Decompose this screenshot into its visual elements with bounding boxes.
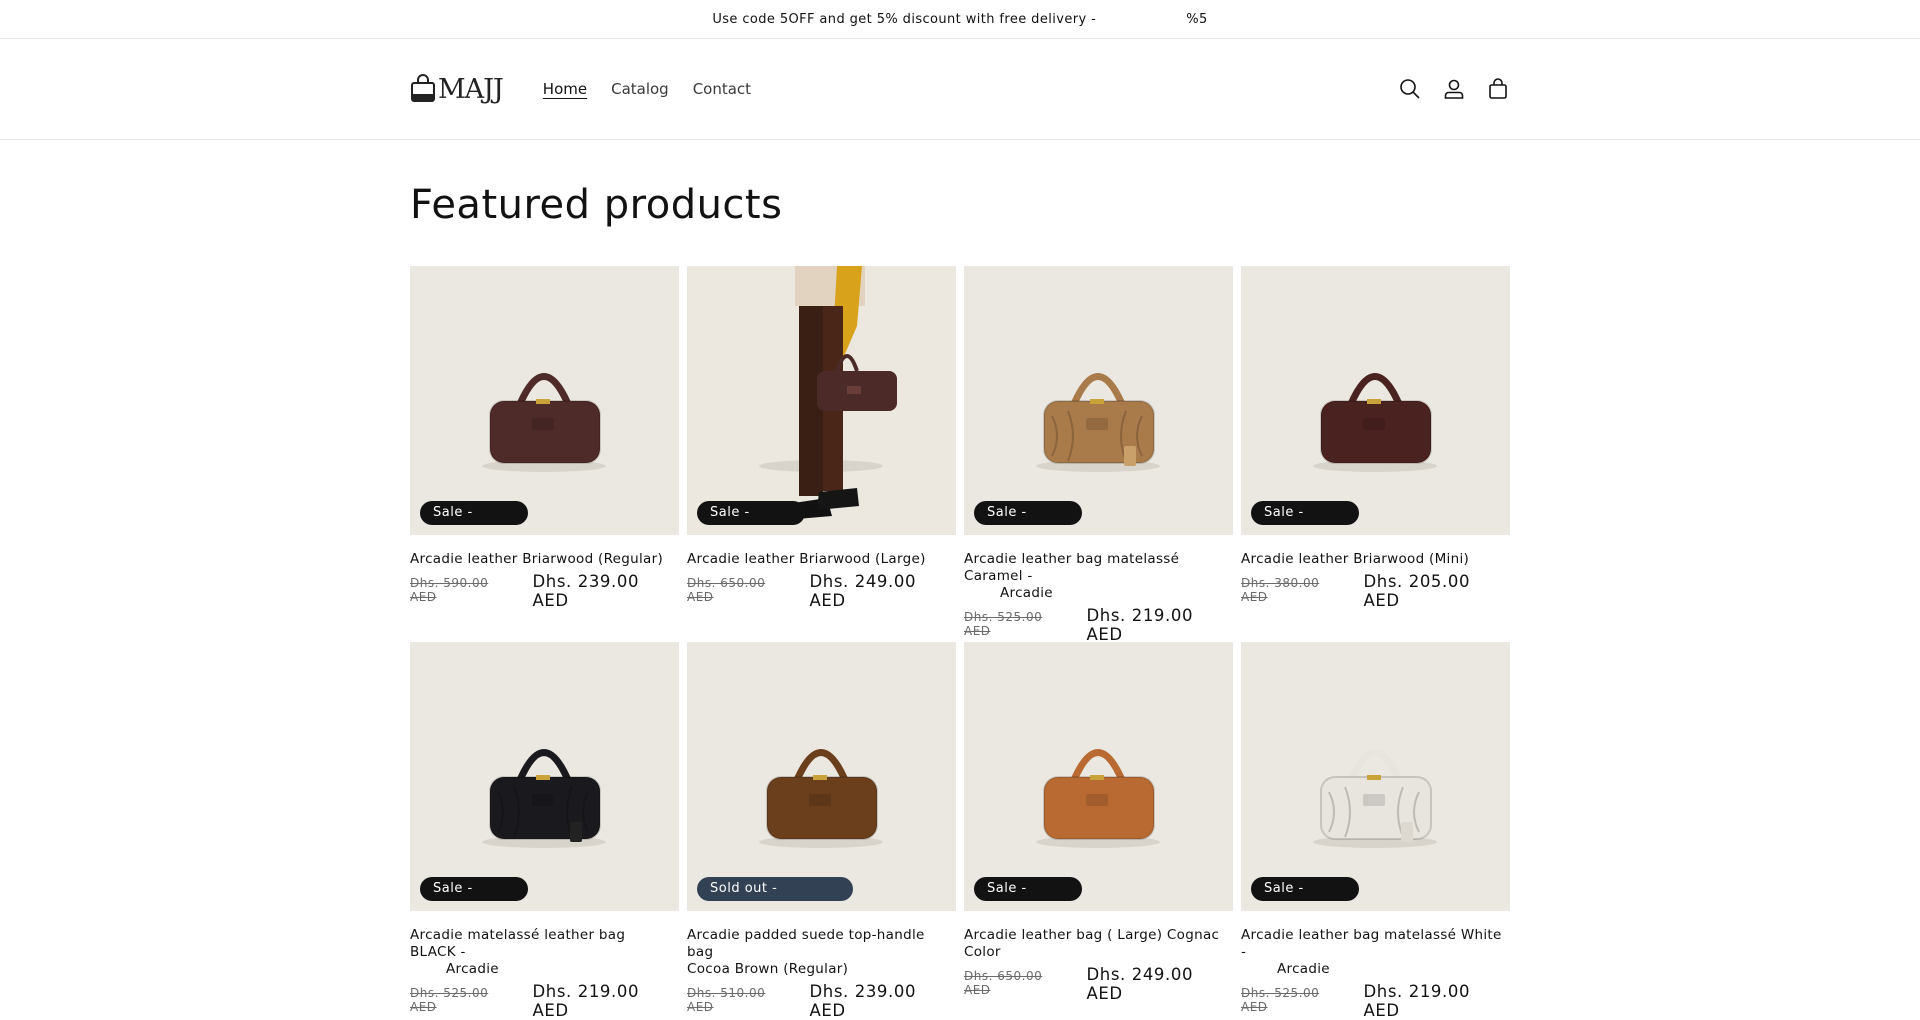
sale-price: Dhs. 219.00 AED xyxy=(1086,606,1194,644)
product-card[interactable]: Sale - Arcadie leather bag ( Large) Cogna… xyxy=(964,642,1233,1018)
handbag-image xyxy=(687,642,956,911)
regular-price: Dhs. 510.00 AED xyxy=(687,986,766,1014)
product-title-line1: Arcadie matelassé leather bag BLACK - xyxy=(410,927,626,960)
main-nav: Home Catalog Contact xyxy=(543,80,751,98)
product-image[interactable]: Sale - xyxy=(410,266,679,535)
product-price: Dhs. 380.00 AED Dhs. 205.00 AED xyxy=(1241,572,1510,610)
sale-badge: Sale - xyxy=(420,877,528,901)
nav-contact[interactable]: Contact xyxy=(693,80,751,98)
header-actions xyxy=(1398,77,1510,101)
product-title[interactable]: Arcadie padded suede top-handle bag Cocoa… xyxy=(687,927,956,978)
sale-price: Dhs. 239.00 AED xyxy=(532,572,640,610)
product-price: Dhs. 525.00 AED Dhs. 219.00 AED xyxy=(964,606,1233,644)
product-title-line1: Arcadie leather Briarwood (Regular) xyxy=(410,551,664,567)
product-image[interactable]: Sale - xyxy=(964,642,1233,911)
product-price: Dhs. 525.00 AED Dhs. 219.00 AED xyxy=(410,982,679,1020)
product-price: Dhs. 650.00 AED Dhs. 249.00 AED xyxy=(964,965,1233,1003)
handbag-image xyxy=(964,266,1233,535)
product-card[interactable]: Sale - Arcadie matelassé leather bag BLAC… xyxy=(410,642,679,1020)
product-title[interactable]: Arcadie matelassé leather bag BLACK - Arc… xyxy=(410,927,679,978)
announcement-bar: Use code 5OFF and get 5% discount with f… xyxy=(0,0,1920,39)
logo-text: MAJJ xyxy=(438,73,504,105)
sale-badge: Sale - xyxy=(974,501,1082,525)
product-title[interactable]: Arcadie leather bag ( Large) Cognac Colo… xyxy=(964,927,1233,961)
product-image[interactable]: Sale - xyxy=(1241,266,1510,535)
product-title-line1: Arcadie leather bag matelassé Caramel - xyxy=(964,551,1180,584)
handbag-image xyxy=(687,266,956,535)
product-grid: Sale - Arcadie leather Briarwood (Regular… xyxy=(410,266,1511,1020)
regular-price: Dhs. 380.00 AED xyxy=(1241,576,1320,604)
sale-badge: Sale - xyxy=(1251,877,1359,901)
sale-price: Dhs. 205.00 AED xyxy=(1363,572,1471,610)
site-header: MAJJ Home Catalog Contact xyxy=(0,39,1920,140)
sale-badge: Sale - xyxy=(420,501,528,525)
product-image[interactable]: Sale - xyxy=(1241,642,1510,911)
product-title-line1: Arcadie leather bag ( Large) Cognac Colo… xyxy=(964,927,1220,960)
nav-catalog[interactable]: Catalog xyxy=(611,80,669,98)
product-title[interactable]: Arcadie leather Briarwood (Large) xyxy=(687,551,956,568)
handbag-image xyxy=(964,642,1233,911)
product-title[interactable]: Arcadie leather bag matelassé White - Arc… xyxy=(1241,927,1510,978)
account-icon[interactable] xyxy=(1442,77,1466,101)
product-image[interactable]: Sold out - xyxy=(687,642,956,911)
product-price: Dhs. 510.00 AED Dhs. 239.00 AED xyxy=(687,982,956,1020)
product-title-line1: Arcadie leather Briarwood (Mini) xyxy=(1241,551,1470,567)
sale-price: Dhs. 249.00 AED xyxy=(1086,965,1194,1003)
product-title-line2: Cocoa Brown (Regular) xyxy=(687,961,849,977)
product-title[interactable]: Arcadie leather bag matelassé Caramel -A… xyxy=(964,551,1233,602)
product-price: Dhs. 525.00 AED Dhs. 219.00 AED xyxy=(1241,982,1510,1020)
regular-price: Dhs. 525.00 AED xyxy=(1241,986,1320,1014)
product-card[interactable]: Sold out - Arcadie padded suede top-handl… xyxy=(687,642,956,1020)
sale-badge: Sale - xyxy=(1251,501,1359,525)
nav-home[interactable]: Home xyxy=(543,80,587,98)
product-card[interactable]: Sale - Arcadie leather bag matelassé Cara… xyxy=(964,266,1233,644)
sale-badge: Sale - xyxy=(974,877,1082,901)
product-image[interactable]: Sale - xyxy=(964,266,1233,535)
regular-price: Dhs. 525.00 AED xyxy=(410,986,489,1014)
sale-price: Dhs. 249.00 AED xyxy=(809,572,917,610)
product-title-line2: Arcadie xyxy=(1277,961,1330,977)
product-card[interactable]: Sale - Arcadie leather Briarwood (Regular… xyxy=(410,266,679,642)
product-card[interactable]: Sale - Arcadie leather bag matelassé Whit… xyxy=(1241,642,1510,1020)
product-title-line2: Arcadie xyxy=(1000,585,1053,601)
sale-price: Dhs. 239.00 AED xyxy=(809,982,917,1020)
product-image[interactable]: Sale - xyxy=(410,642,679,911)
regular-price: Dhs. 525.00 AED xyxy=(964,610,1043,638)
announcement-text: Use code 5OFF and get 5% discount with f… xyxy=(712,11,1097,27)
sold-out-badge: Sold out - xyxy=(697,877,853,901)
product-title-line1: Arcadie leather Briarwood (Large) xyxy=(687,551,926,567)
handbag-image xyxy=(410,266,679,535)
product-title-line2: Arcadie xyxy=(446,961,499,977)
handbag-image xyxy=(1241,266,1510,535)
store-logo[interactable]: MAJJ xyxy=(410,73,504,105)
product-title-line1: Arcadie leather bag matelassé White - xyxy=(1241,927,1502,960)
regular-price: Dhs. 650.00 AED xyxy=(687,576,766,604)
cart-icon[interactable] xyxy=(1486,77,1510,101)
product-card[interactable]: Sale - Arcadie leather Briarwood (Mini) Dh… xyxy=(1241,266,1510,642)
product-title[interactable]: Arcadie leather Briarwood (Regular) xyxy=(410,551,679,568)
search-icon[interactable] xyxy=(1398,77,1422,101)
product-price: Dhs. 590.00 AED Dhs. 239.00 AED xyxy=(410,572,679,610)
section-title: Featured products xyxy=(410,182,783,228)
product-title[interactable]: Arcadie leather Briarwood (Mini) xyxy=(1241,551,1510,568)
handbag-image xyxy=(410,642,679,911)
handbag-image xyxy=(1241,642,1510,911)
product-card[interactable]: Sale - Arcadie leather Briarwood (Large) D… xyxy=(687,266,956,642)
announcement-suffix: %5 xyxy=(1186,11,1208,27)
regular-price: Dhs. 590.00 AED xyxy=(410,576,489,604)
product-price: Dhs. 650.00 AED Dhs. 249.00 AED xyxy=(687,572,956,610)
product-title-line1: Arcadie padded suede top-handle bag xyxy=(687,927,925,960)
sale-price: Dhs. 219.00 AED xyxy=(1363,982,1471,1020)
product-image[interactable]: Sale - xyxy=(687,266,956,535)
shopping-bag-logo-icon xyxy=(411,74,435,102)
sale-badge: Sale - xyxy=(697,501,805,525)
sale-price: Dhs. 219.00 AED xyxy=(532,982,640,1020)
